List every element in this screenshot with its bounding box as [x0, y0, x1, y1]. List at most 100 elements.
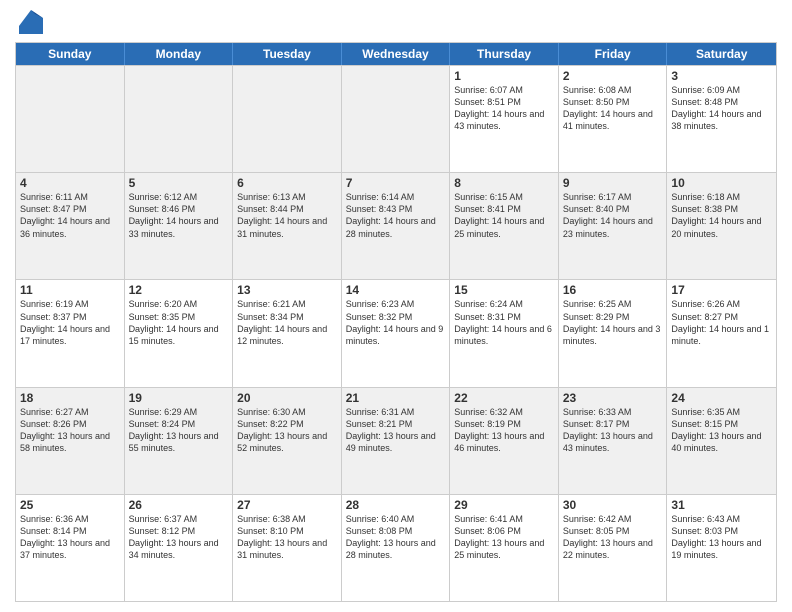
day-number: 21	[346, 391, 446, 405]
day-number: 10	[671, 176, 772, 190]
cell-text: Sunrise: 6:20 AM Sunset: 8:35 PM Dayligh…	[129, 298, 229, 347]
cell-text: Sunrise: 6:08 AM Sunset: 8:50 PM Dayligh…	[563, 84, 663, 133]
day-number: 7	[346, 176, 446, 190]
day-number: 8	[454, 176, 554, 190]
header	[15, 10, 777, 34]
cell-text: Sunrise: 6:26 AM Sunset: 8:27 PM Dayligh…	[671, 298, 772, 347]
cell-text: Sunrise: 6:07 AM Sunset: 8:51 PM Dayligh…	[454, 84, 554, 133]
cell-text: Sunrise: 6:21 AM Sunset: 8:34 PM Dayligh…	[237, 298, 337, 347]
cal-cell-31: 31Sunrise: 6:43 AM Sunset: 8:03 PM Dayli…	[667, 495, 776, 601]
cal-cell-empty-3	[342, 66, 451, 172]
cal-cell-3: 3Sunrise: 6:09 AM Sunset: 8:48 PM Daylig…	[667, 66, 776, 172]
cal-cell-20: 20Sunrise: 6:30 AM Sunset: 8:22 PM Dayli…	[233, 388, 342, 494]
cal-cell-14: 14Sunrise: 6:23 AM Sunset: 8:32 PM Dayli…	[342, 280, 451, 386]
header-day-tuesday: Tuesday	[233, 43, 342, 65]
cal-cell-2: 2Sunrise: 6:08 AM Sunset: 8:50 PM Daylig…	[559, 66, 668, 172]
day-number: 29	[454, 498, 554, 512]
cell-text: Sunrise: 6:30 AM Sunset: 8:22 PM Dayligh…	[237, 406, 337, 455]
day-number: 20	[237, 391, 337, 405]
day-number: 18	[20, 391, 120, 405]
cell-text: Sunrise: 6:15 AM Sunset: 8:41 PM Dayligh…	[454, 191, 554, 240]
cal-cell-23: 23Sunrise: 6:33 AM Sunset: 8:17 PM Dayli…	[559, 388, 668, 494]
cell-text: Sunrise: 6:11 AM Sunset: 8:47 PM Dayligh…	[20, 191, 120, 240]
day-number: 15	[454, 283, 554, 297]
day-number: 16	[563, 283, 663, 297]
day-number: 30	[563, 498, 663, 512]
cell-text: Sunrise: 6:41 AM Sunset: 8:06 PM Dayligh…	[454, 513, 554, 562]
day-number: 17	[671, 283, 772, 297]
logo	[15, 10, 43, 34]
cal-row-0: 1Sunrise: 6:07 AM Sunset: 8:51 PM Daylig…	[16, 65, 776, 172]
cal-row-1: 4Sunrise: 6:11 AM Sunset: 8:47 PM Daylig…	[16, 172, 776, 279]
cell-text: Sunrise: 6:29 AM Sunset: 8:24 PM Dayligh…	[129, 406, 229, 455]
cell-text: Sunrise: 6:18 AM Sunset: 8:38 PM Dayligh…	[671, 191, 772, 240]
day-number: 23	[563, 391, 663, 405]
cal-cell-1: 1Sunrise: 6:07 AM Sunset: 8:51 PM Daylig…	[450, 66, 559, 172]
day-number: 2	[563, 69, 663, 83]
day-number: 3	[671, 69, 772, 83]
header-day-wednesday: Wednesday	[342, 43, 451, 65]
cell-text: Sunrise: 6:38 AM Sunset: 8:10 PM Dayligh…	[237, 513, 337, 562]
day-number: 14	[346, 283, 446, 297]
cal-cell-22: 22Sunrise: 6:32 AM Sunset: 8:19 PM Dayli…	[450, 388, 559, 494]
cal-cell-5: 5Sunrise: 6:12 AM Sunset: 8:46 PM Daylig…	[125, 173, 234, 279]
day-number: 6	[237, 176, 337, 190]
cal-cell-11: 11Sunrise: 6:19 AM Sunset: 8:37 PM Dayli…	[16, 280, 125, 386]
cell-text: Sunrise: 6:40 AM Sunset: 8:08 PM Dayligh…	[346, 513, 446, 562]
cell-text: Sunrise: 6:35 AM Sunset: 8:15 PM Dayligh…	[671, 406, 772, 455]
day-number: 1	[454, 69, 554, 83]
cal-cell-25: 25Sunrise: 6:36 AM Sunset: 8:14 PM Dayli…	[16, 495, 125, 601]
cell-text: Sunrise: 6:36 AM Sunset: 8:14 PM Dayligh…	[20, 513, 120, 562]
cell-text: Sunrise: 6:25 AM Sunset: 8:29 PM Dayligh…	[563, 298, 663, 347]
header-day-monday: Monday	[125, 43, 234, 65]
cal-cell-17: 17Sunrise: 6:26 AM Sunset: 8:27 PM Dayli…	[667, 280, 776, 386]
cal-cell-13: 13Sunrise: 6:21 AM Sunset: 8:34 PM Dayli…	[233, 280, 342, 386]
cell-text: Sunrise: 6:12 AM Sunset: 8:46 PM Dayligh…	[129, 191, 229, 240]
day-number: 22	[454, 391, 554, 405]
page: SundayMondayTuesdayWednesdayThursdayFrid…	[0, 0, 792, 612]
cal-row-4: 25Sunrise: 6:36 AM Sunset: 8:14 PM Dayli…	[16, 494, 776, 601]
calendar-header: SundayMondayTuesdayWednesdayThursdayFrid…	[16, 43, 776, 65]
cal-cell-16: 16Sunrise: 6:25 AM Sunset: 8:29 PM Dayli…	[559, 280, 668, 386]
cell-text: Sunrise: 6:14 AM Sunset: 8:43 PM Dayligh…	[346, 191, 446, 240]
day-number: 12	[129, 283, 229, 297]
cell-text: Sunrise: 6:27 AM Sunset: 8:26 PM Dayligh…	[20, 406, 120, 455]
cell-text: Sunrise: 6:37 AM Sunset: 8:12 PM Dayligh…	[129, 513, 229, 562]
cal-cell-15: 15Sunrise: 6:24 AM Sunset: 8:31 PM Dayli…	[450, 280, 559, 386]
day-number: 9	[563, 176, 663, 190]
cell-text: Sunrise: 6:17 AM Sunset: 8:40 PM Dayligh…	[563, 191, 663, 240]
cal-cell-empty-0	[16, 66, 125, 172]
cal-cell-27: 27Sunrise: 6:38 AM Sunset: 8:10 PM Dayli…	[233, 495, 342, 601]
cal-cell-empty-2	[233, 66, 342, 172]
cell-text: Sunrise: 6:31 AM Sunset: 8:21 PM Dayligh…	[346, 406, 446, 455]
cell-text: Sunrise: 6:33 AM Sunset: 8:17 PM Dayligh…	[563, 406, 663, 455]
cal-cell-6: 6Sunrise: 6:13 AM Sunset: 8:44 PM Daylig…	[233, 173, 342, 279]
cell-text: Sunrise: 6:09 AM Sunset: 8:48 PM Dayligh…	[671, 84, 772, 133]
cell-text: Sunrise: 6:42 AM Sunset: 8:05 PM Dayligh…	[563, 513, 663, 562]
day-number: 19	[129, 391, 229, 405]
cal-cell-18: 18Sunrise: 6:27 AM Sunset: 8:26 PM Dayli…	[16, 388, 125, 494]
cal-cell-9: 9Sunrise: 6:17 AM Sunset: 8:40 PM Daylig…	[559, 173, 668, 279]
day-number: 31	[671, 498, 772, 512]
cell-text: Sunrise: 6:32 AM Sunset: 8:19 PM Dayligh…	[454, 406, 554, 455]
day-number: 13	[237, 283, 337, 297]
day-number: 4	[20, 176, 120, 190]
cell-text: Sunrise: 6:24 AM Sunset: 8:31 PM Dayligh…	[454, 298, 554, 347]
day-number: 11	[20, 283, 120, 297]
calendar: SundayMondayTuesdayWednesdayThursdayFrid…	[15, 42, 777, 602]
logo-icon	[19, 10, 43, 34]
calendar-body: 1Sunrise: 6:07 AM Sunset: 8:51 PM Daylig…	[16, 65, 776, 601]
day-number: 24	[671, 391, 772, 405]
cal-cell-empty-1	[125, 66, 234, 172]
header-day-friday: Friday	[559, 43, 668, 65]
cal-cell-26: 26Sunrise: 6:37 AM Sunset: 8:12 PM Dayli…	[125, 495, 234, 601]
cal-cell-7: 7Sunrise: 6:14 AM Sunset: 8:43 PM Daylig…	[342, 173, 451, 279]
cal-row-2: 11Sunrise: 6:19 AM Sunset: 8:37 PM Dayli…	[16, 279, 776, 386]
cal-cell-28: 28Sunrise: 6:40 AM Sunset: 8:08 PM Dayli…	[342, 495, 451, 601]
cal-cell-12: 12Sunrise: 6:20 AM Sunset: 8:35 PM Dayli…	[125, 280, 234, 386]
day-number: 26	[129, 498, 229, 512]
header-day-thursday: Thursday	[450, 43, 559, 65]
cal-cell-24: 24Sunrise: 6:35 AM Sunset: 8:15 PM Dayli…	[667, 388, 776, 494]
day-number: 25	[20, 498, 120, 512]
cal-cell-29: 29Sunrise: 6:41 AM Sunset: 8:06 PM Dayli…	[450, 495, 559, 601]
